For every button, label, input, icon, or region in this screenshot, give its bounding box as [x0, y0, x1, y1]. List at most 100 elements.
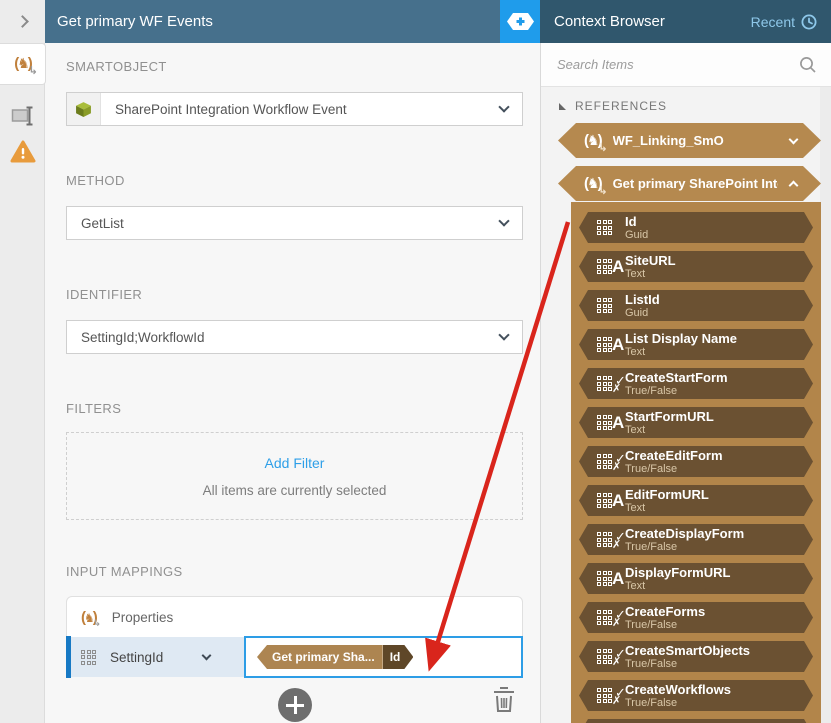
text-icon: A	[612, 256, 625, 276]
add-mapping-button[interactable]	[278, 688, 312, 722]
filter-status-text: All items are currently selected	[202, 483, 387, 498]
smartobject-config-panel: SMARTOBJECT SharePoint Integration Workf…	[46, 43, 540, 723]
properties-header-row[interactable]: (♞) ↳ Properties	[67, 597, 522, 637]
expanded-triangle-icon	[559, 102, 566, 110]
token-source-segment: Get primary Sha...	[257, 645, 383, 669]
property-type: Text	[625, 267, 646, 280]
property-name: ListId	[625, 291, 660, 307]
property-type: True/False	[625, 462, 678, 475]
reference-properties-group: A ✓✗ Id Guid A ✓✗	[571, 202, 821, 723]
identifier-dropdown[interactable]: SettingId;WorkflowId	[66, 320, 523, 354]
context-property-item[interactable]: A ✓✗ CreateDisplayForm True/False	[579, 524, 813, 555]
selected-row-bar	[66, 636, 71, 678]
reference-group-label: WF_Linking_SmO	[612, 133, 724, 148]
property-type: Text	[625, 501, 646, 514]
search-icon[interactable]	[799, 56, 817, 74]
guid-grid-icon	[597, 571, 612, 586]
reference-group-get-primary-sharepoint[interactable]: (♞) ↳ Get primary SharePoint Inte...	[558, 166, 821, 201]
property-name: CreateDisplayForm	[625, 525, 745, 541]
true-false-icon: ✓ ✗	[612, 450, 626, 473]
context-property-item[interactable]: A ✓✗ CreateEditForm True/False	[579, 446, 813, 477]
context-property-item[interactable]: A ✓✗ SiteURL Text	[579, 251, 813, 282]
context-property-item[interactable]: A ✓✗ CreateForms True/False	[579, 602, 813, 633]
context-property-item[interactable]: A ✓✗ CreateSmartObjects True/False	[579, 641, 813, 672]
context-property-item[interactable]: A ✓✗ CreateWorkflows True/False	[579, 680, 813, 711]
property-icon-wrap: A ✓✗	[597, 608, 625, 628]
guid-grid-icon	[597, 337, 612, 352]
recent-label: Recent	[750, 13, 795, 30]
sidebar-tab-smartobject[interactable]: (♞) ↳	[0, 43, 46, 85]
property-type: Text	[625, 423, 646, 436]
properties-header-label: Properties	[111, 609, 174, 625]
collapse-panel-button[interactable]	[0, 0, 45, 43]
recent-button[interactable]: Recent	[751, 14, 817, 30]
smartobject-cube-iconbox	[67, 93, 101, 125]
search-input[interactable]	[555, 56, 799, 73]
guid-grid-icon	[597, 376, 612, 391]
text-icon: A	[612, 568, 625, 588]
filters-box: Add Filter All items are currently selec…	[66, 432, 523, 520]
references-toggle[interactable]: REFERENCES	[559, 99, 667, 113]
smartobject-dropdown[interactable]: SharePoint Integration Workflow Event	[66, 92, 523, 126]
property-icon-wrap: A ✓✗	[597, 374, 625, 394]
guid-grid-icon	[597, 259, 612, 274]
identifier-dropdown-value: SettingId;WorkflowId	[81, 329, 205, 345]
mapping-token[interactable]: Get primary Sha... Id	[257, 645, 413, 669]
context-browser-title: Context Browser	[554, 13, 665, 30]
smartobject-k2-icon: (♞) ↳	[14, 55, 38, 77]
property-type: Guid	[625, 306, 649, 319]
chevron-down-icon[interactable]	[201, 650, 212, 661]
guid-grid-icon	[597, 454, 612, 469]
true-false-icon: ✓ ✗	[612, 372, 626, 395]
mapping-value-input[interactable]: Get primary Sha... Id	[244, 636, 523, 678]
context-property-item[interactable]: A ✓✗ Id Guid	[579, 212, 813, 243]
property-type: Text	[625, 579, 646, 592]
text-icon: A	[612, 334, 625, 354]
guid-grid-icon	[597, 298, 612, 313]
context-property-item[interactable]: A ✓✗ EditFormURL Text	[579, 485, 813, 516]
chevron-down-icon	[498, 215, 510, 227]
property-type: True/False	[625, 384, 678, 397]
property-icon-wrap: A ✓✗	[597, 220, 625, 235]
mapping-field-name: SettingId	[110, 649, 164, 665]
mapping-row-settingid[interactable]: SettingId Get primary Sha... Id	[66, 636, 523, 678]
context-property-item[interactable]: A ✓✗ ListId Guid	[579, 290, 813, 321]
true-false-icon: ✓ ✗	[612, 528, 626, 551]
add-token-button[interactable]	[500, 0, 540, 43]
method-dropdown-value: GetList	[81, 215, 124, 231]
property-type: Guid	[625, 228, 649, 241]
property-name: List Display Name	[625, 330, 737, 346]
property-icon-wrap: A ✓✗	[597, 647, 625, 667]
property-name: CreateSmartObjects	[625, 642, 750, 658]
property-name: DisplayFormURL	[625, 564, 731, 580]
scrollbar-track[interactable]	[820, 87, 831, 723]
smartobject-cube-icon	[76, 101, 91, 117]
delete-mapping-trash-icon[interactable]	[492, 685, 516, 713]
context-property-item[interactable]: A ✓✗ List Display Name Text	[579, 329, 813, 360]
guid-grid-icon	[597, 532, 612, 547]
guid-grid-icon	[597, 415, 612, 430]
references-label: REFERENCES	[575, 99, 668, 113]
k2-workflow-designer: Get primary WF Events Context Browser Re…	[0, 0, 831, 723]
property-icon-wrap: A ✓✗	[597, 530, 625, 550]
guid-grid-icon	[597, 610, 612, 625]
property-icon-wrap: A ✓✗	[597, 452, 625, 472]
guid-grid-icon	[597, 688, 612, 703]
context-property-item[interactable]: A ✓✗ StartFormURL Text	[579, 407, 813, 438]
chevron-right-icon	[16, 15, 29, 28]
property-name: CreateForms	[625, 603, 706, 619]
true-false-icon: ✓ ✗	[612, 606, 626, 629]
add-filter-link[interactable]: Add Filter	[265, 455, 325, 471]
sidebar-tab-warnings[interactable]	[0, 131, 46, 173]
context-property-item[interactable]: A ✓✗ CreateStartForm True/False	[579, 368, 813, 399]
method-dropdown[interactable]: GetList	[66, 206, 523, 240]
guid-grid-icon	[81, 649, 96, 665]
smartobject-section-label: SMARTOBJECT	[66, 59, 167, 74]
smartobject-dropdown-value: SharePoint Integration Workflow Event	[115, 101, 347, 117]
chevron-down-icon	[498, 101, 510, 113]
reference-group-wf-linking-smo[interactable]: (♞) ↳ WF_Linking_SmO	[558, 123, 821, 158]
tag-plus-icon	[506, 13, 534, 30]
token-property-segment: Id	[383, 645, 414, 669]
context-property-item[interactable]: A ✓✗ DisplayFormURL Text	[579, 563, 813, 594]
step-header: Get primary WF Events	[45, 0, 500, 43]
